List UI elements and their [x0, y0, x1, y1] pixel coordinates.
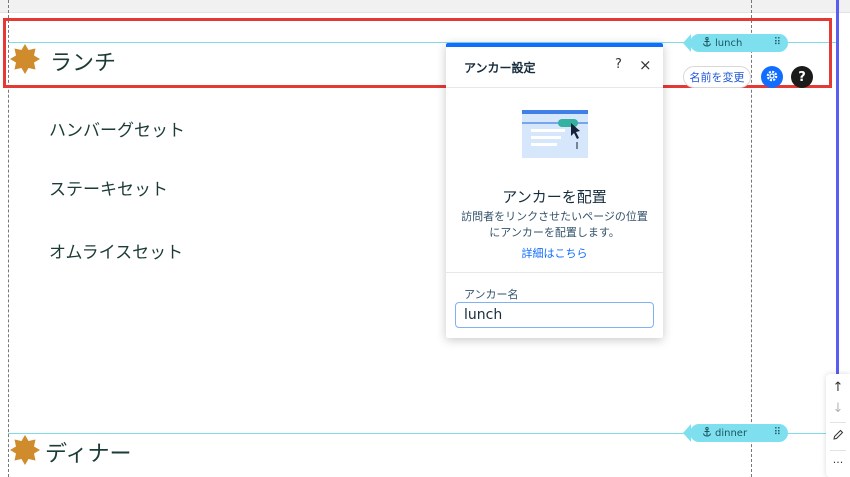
help-button[interactable]: ? [791, 66, 813, 88]
panel-description-line: にアンカーを配置します。 [489, 226, 620, 239]
side-toolbar: ↑ ↓ ··· [826, 374, 850, 477]
panel-divider [446, 87, 663, 88]
section-title-lunch[interactable]: ランチ [50, 45, 116, 77]
panel-accent-bar [446, 43, 663, 47]
anchor-tag-lunch[interactable]: lunch ⠿ [683, 34, 788, 52]
anchor-name-input[interactable] [455, 302, 654, 328]
pencil-icon [832, 429, 844, 445]
menu-item[interactable]: オムライスセット [49, 238, 183, 263]
gear-icon [765, 68, 779, 87]
anchor-icon [702, 36, 712, 50]
edit-button[interactable] [826, 429, 850, 445]
anchor-name-label: アンカー名 [464, 288, 519, 301]
panel-divider [446, 272, 663, 273]
page-top-strip [0, 0, 850, 13]
anchor-icon [702, 426, 712, 440]
panel-subtitle: アンカーを配置 [502, 188, 607, 206]
menu-item[interactable]: ハンバーグセット [49, 116, 185, 141]
side-toolbar-divider [830, 450, 846, 451]
anchor-tag-label: dinner [715, 427, 748, 439]
rename-button[interactable]: 名前を変更 [683, 66, 751, 88]
anchor-tag-dinner[interactable]: dinner ⠿ [683, 424, 788, 442]
sun-badge-icon [9, 43, 41, 75]
menu-item[interactable]: ステーキセット [49, 175, 168, 200]
side-toolbar-divider [830, 422, 846, 423]
panel-description-line: 訪問者をリンクさせたいページの位置 [461, 210, 648, 223]
anchor-settings-panel: アンカー設定 ? × アンカーを配置 訪問者をリンクさせたいページの位置 にアン… [446, 43, 663, 338]
panel-close-button[interactable]: × [639, 56, 652, 74]
panel-title: アンカー設定 [464, 61, 536, 75]
drag-handle-icon[interactable]: ⠿ [774, 427, 781, 438]
sun-badge-icon [9, 434, 41, 466]
learn-more-link[interactable]: 詳細はこちら [446, 245, 663, 261]
more-options-button[interactable]: ··· [826, 456, 850, 469]
anchor-tag-label: lunch [715, 37, 743, 49]
section-title-dinner[interactable]: ディナー [45, 436, 131, 468]
move-down-button[interactable]: ↓ [826, 401, 850, 416]
settings-button[interactable] [761, 66, 783, 88]
drag-handle-icon[interactable]: ⠿ [774, 37, 781, 48]
anchor-illustration-icon [521, 109, 589, 161]
panel-description: 訪問者をリンクさせたいページの位置 にアンカーを配置します。 [458, 209, 651, 241]
move-up-button[interactable]: ↑ [826, 380, 850, 395]
panel-help-button[interactable]: ? [615, 57, 622, 72]
